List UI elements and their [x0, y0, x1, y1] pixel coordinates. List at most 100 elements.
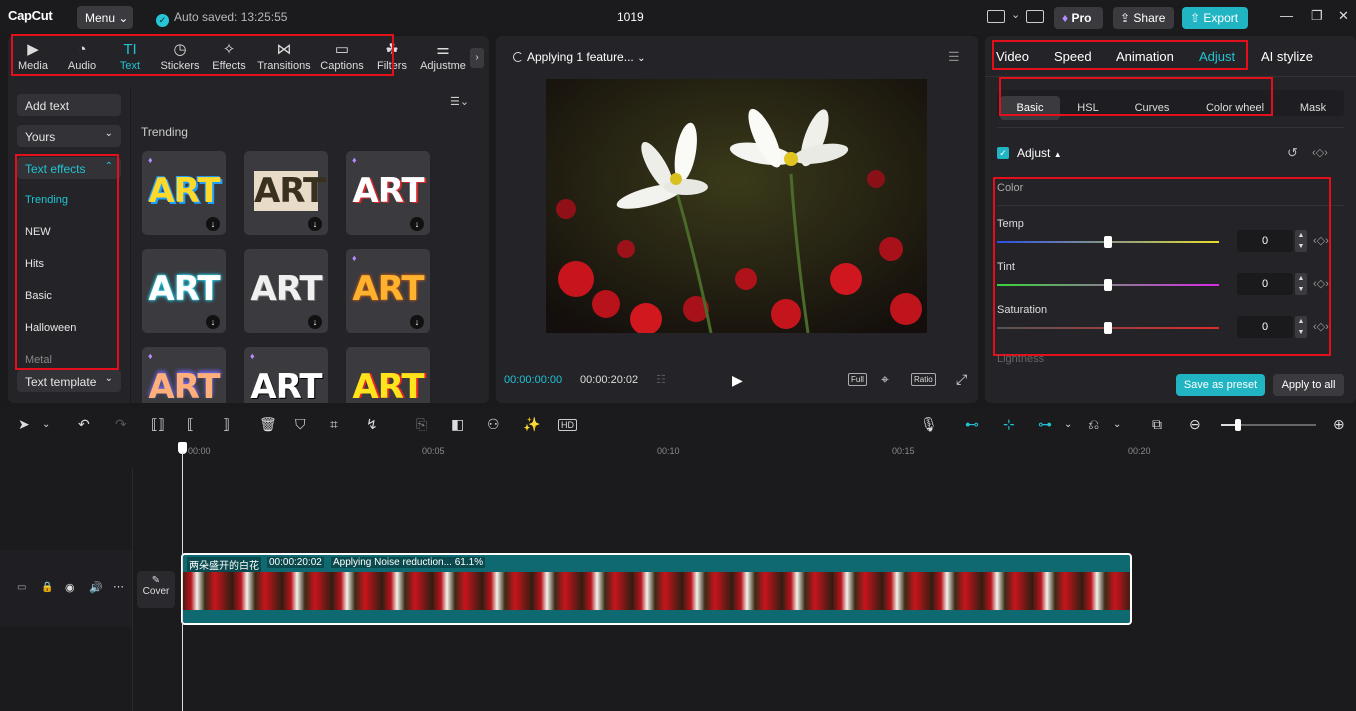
add-text-button[interactable]: Add text: [17, 94, 121, 116]
full-button[interactable]: Full: [848, 373, 867, 386]
category-hits[interactable]: Hits: [25, 258, 44, 270]
magic-icon[interactable]: ✨: [523, 416, 540, 433]
microphone-icon[interactable]: 🎙: [920, 416, 938, 433]
split-right-icon[interactable]: ⟧: [223, 416, 230, 433]
video-clip[interactable]: 两朵盛开的白花 00:00:20:02 Applying Noise reduc…: [181, 553, 1132, 625]
subtab-mask[interactable]: Mask: [1287, 96, 1339, 120]
apply-to-all-button[interactable]: Apply to all: [1273, 374, 1344, 396]
category-trending[interactable]: Trending: [25, 194, 68, 206]
timecode-format-icon[interactable]: ☷: [656, 373, 666, 386]
pro-button[interactable]: ♦ Pro: [1054, 7, 1103, 29]
zoom-out-icon[interactable]: ⊖: [1189, 416, 1201, 433]
fullscreen-icon[interactable]: ⤢: [956, 371, 967, 388]
tint-value-field[interactable]: 0: [1237, 273, 1293, 295]
download-icon[interactable]: ↓: [410, 315, 424, 329]
audio-volume-icon[interactable]: 🔊: [89, 581, 103, 594]
subtab-hsl[interactable]: HSL: [1063, 96, 1113, 120]
marker-icon[interactable]: ⛉: [295, 416, 306, 433]
adjust-section-toggle[interactable]: Adjust ▲: [1017, 146, 1062, 160]
category-metal[interactable]: Metal: [25, 354, 52, 366]
adjust-checkbox[interactable]: ✓: [997, 147, 1009, 159]
tab-transitions[interactable]: ⋈ Transitions: [255, 40, 313, 72]
more-icon[interactable]: ⋯: [113, 580, 124, 593]
text-template-dropdown[interactable]: Text template ⌄: [17, 370, 121, 392]
text-effect-tile[interactable]: ART ↓: [142, 249, 226, 333]
subtab-color-wheel[interactable]: Color wheel: [1195, 96, 1275, 120]
mirror-icon[interactable]: ◧: [451, 416, 464, 433]
hd-icon[interactable]: HD: [558, 419, 577, 431]
tab-adjustment[interactable]: ⚌ Adjustme: [418, 40, 468, 72]
download-icon[interactable]: ↓: [308, 315, 322, 329]
download-icon[interactable]: ↓: [206, 217, 220, 231]
auto-snap-icon[interactable]: ⊹: [1003, 416, 1015, 433]
text-effect-tile[interactable]: ♦ ART ↓: [346, 249, 430, 333]
ratio-button[interactable]: Ratio: [911, 373, 936, 386]
reset-icon[interactable]: ↺: [1287, 145, 1298, 161]
cutout-icon[interactable]: ⚇: [487, 416, 500, 433]
tint-keyframe-icon[interactable]: ‹◇›: [1313, 277, 1329, 290]
menu-button[interactable]: Menu ⌄: [77, 6, 133, 29]
download-icon[interactable]: ↓: [410, 217, 424, 231]
save-as-preset-button[interactable]: Save as preset: [1176, 374, 1265, 396]
split-icon[interactable]: ⟦⟧: [151, 416, 165, 433]
tab-effects[interactable]: ✧ Effects: [205, 40, 253, 72]
text-effect-tile[interactable]: ♦ ART ↓: [142, 151, 226, 235]
tab-text[interactable]: TI Text: [106, 40, 154, 72]
inspector-tab-animation[interactable]: Animation: [1116, 49, 1174, 64]
text-effect-tile[interactable]: ♦ ART: [142, 347, 226, 403]
tab-audio[interactable]: ◔ Audio: [58, 40, 106, 72]
saturation-value-field[interactable]: 0: [1237, 316, 1293, 338]
share-button[interactable]: ⇪ Share: [1113, 7, 1174, 29]
temp-slider-knob[interactable]: [1104, 236, 1112, 248]
text-effect-tile[interactable]: ART: [346, 347, 430, 403]
temp-value-field[interactable]: 0: [1237, 230, 1293, 252]
text-effect-tile[interactable]: ART ↓: [244, 249, 328, 333]
keyframe-icon[interactable]: ‹◇›: [1312, 146, 1328, 159]
tint-slider-knob[interactable]: [1104, 279, 1112, 291]
maximize-icon[interactable]: ❐: [1311, 8, 1323, 24]
inspector-tab-video[interactable]: Video: [996, 49, 1029, 64]
category-new[interactable]: NEW: [25, 226, 51, 238]
subtab-curves[interactable]: Curves: [1125, 96, 1179, 120]
tabs-scroll-right-icon[interactable]: ›: [470, 48, 484, 68]
freeze-icon[interactable]: ⎘: [416, 416, 427, 433]
undo-icon[interactable]: ↶: [78, 416, 90, 433]
delete-icon[interactable]: 🗑: [259, 416, 277, 433]
timeline-ruler[interactable]: 00:00 00:05 00:10 00:15 00:20: [180, 442, 1356, 462]
crop-icon[interactable]: ⌗: [330, 416, 338, 433]
subtab-basic[interactable]: Basic: [1000, 96, 1060, 120]
download-icon[interactable]: ↓: [206, 315, 220, 329]
text-effect-tile[interactable]: ♦ ART ↓: [346, 151, 430, 235]
text-effect-tile[interactable]: ART ↓: [244, 151, 328, 235]
linkage-chevron-icon[interactable]: ⌄: [1064, 419, 1072, 430]
split-left-icon[interactable]: ⟦: [187, 416, 194, 433]
zoom-fit-icon[interactable]: ⌖: [881, 371, 889, 388]
select-tool-icon[interactable]: ➤: [18, 416, 30, 433]
hamburger-icon[interactable]: ☰: [948, 49, 960, 65]
zoom-slider-knob[interactable]: [1235, 419, 1241, 431]
tab-media[interactable]: ▶ Media: [9, 40, 57, 72]
temp-stepper-icon[interactable]: ▲ ▼: [1295, 230, 1307, 252]
text-effects-dropdown[interactable]: Text effects ⌃: [17, 157, 121, 179]
playhead[interactable]: [178, 442, 187, 711]
saturation-slider-knob[interactable]: [1104, 322, 1112, 334]
layout-icon[interactable]: [987, 10, 1005, 23]
inspector-tab-adjust[interactable]: Adjust: [1199, 49, 1235, 64]
saturation-keyframe-icon[interactable]: ‹◇›: [1313, 320, 1329, 333]
tint-stepper-icon[interactable]: ▲ ▼: [1295, 273, 1307, 295]
visibility-icon[interactable]: ◉: [65, 581, 75, 594]
preview-axis-chevron-icon[interactable]: ⌄: [1113, 419, 1121, 430]
select-chevron-icon[interactable]: ⌄: [42, 419, 50, 430]
play-icon[interactable]: ▶: [732, 372, 743, 389]
video-preview[interactable]: [546, 79, 927, 333]
layout-chevron-icon[interactable]: ⌄: [1011, 8, 1020, 21]
download-icon[interactable]: ↓: [308, 217, 322, 231]
speed-curve-icon[interactable]: ↯: [366, 416, 378, 433]
yours-dropdown[interactable]: Yours ⌄: [17, 125, 121, 147]
inspector-tab-ai-stylize[interactable]: AI stylize: [1261, 49, 1313, 64]
tab-captions[interactable]: ▭ Captions: [316, 40, 368, 72]
preview-axis-icon[interactable]: ⎌: [1088, 416, 1099, 433]
saturation-stepper-icon[interactable]: ▲ ▼: [1295, 316, 1307, 338]
close-icon[interactable]: ✕: [1338, 8, 1349, 24]
linkage-icon[interactable]: ⊶: [1038, 416, 1052, 433]
